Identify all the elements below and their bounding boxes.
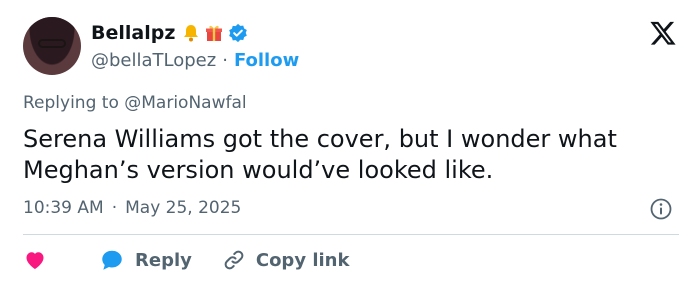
bell-icon xyxy=(184,25,199,42)
tweet-date[interactable]: May 25, 2025 xyxy=(125,198,241,218)
link-icon xyxy=(224,250,244,270)
action-bar: Reply Copy link xyxy=(23,246,379,274)
tweet-text: Serena Williams got the cover, but I won… xyxy=(23,125,617,184)
copy-link-button[interactable]: Copy link xyxy=(222,248,350,272)
handle-row: @bellaTLopez · Follow xyxy=(91,48,299,72)
verified-badge-icon xyxy=(229,23,248,43)
reply-button[interactable]: Reply xyxy=(99,247,192,273)
reply-label: Reply xyxy=(135,249,192,271)
author-name-row: Bellalpz xyxy=(91,20,248,46)
avatar[interactable] xyxy=(23,17,81,75)
info-icon[interactable] xyxy=(649,197,673,221)
tweet-meta: 10:39 AM · May 25, 2025 xyxy=(23,198,241,218)
display-name[interactable]: Bellalpz xyxy=(91,22,175,44)
reply-bubble-icon xyxy=(102,250,122,270)
like-button[interactable] xyxy=(23,248,57,272)
replying-to: Replying to @MarioNawfal xyxy=(23,93,247,113)
handle[interactable]: @bellaTLopez xyxy=(91,50,216,71)
heart-icon xyxy=(26,252,44,269)
reply-mention-link[interactable]: @MarioNawfal xyxy=(124,93,246,113)
meta-separator: · xyxy=(111,198,118,218)
avatar-glasses xyxy=(38,39,66,48)
x-logo-icon[interactable] xyxy=(649,19,677,47)
handle-separator: · xyxy=(222,49,228,71)
copy-link-label: Copy link xyxy=(255,249,350,271)
tweet-time[interactable]: 10:39 AM xyxy=(23,198,104,218)
divider xyxy=(23,234,679,235)
replying-prefix: Replying to xyxy=(23,93,119,113)
gift-icon xyxy=(206,25,223,41)
follow-button[interactable]: Follow xyxy=(234,50,299,71)
